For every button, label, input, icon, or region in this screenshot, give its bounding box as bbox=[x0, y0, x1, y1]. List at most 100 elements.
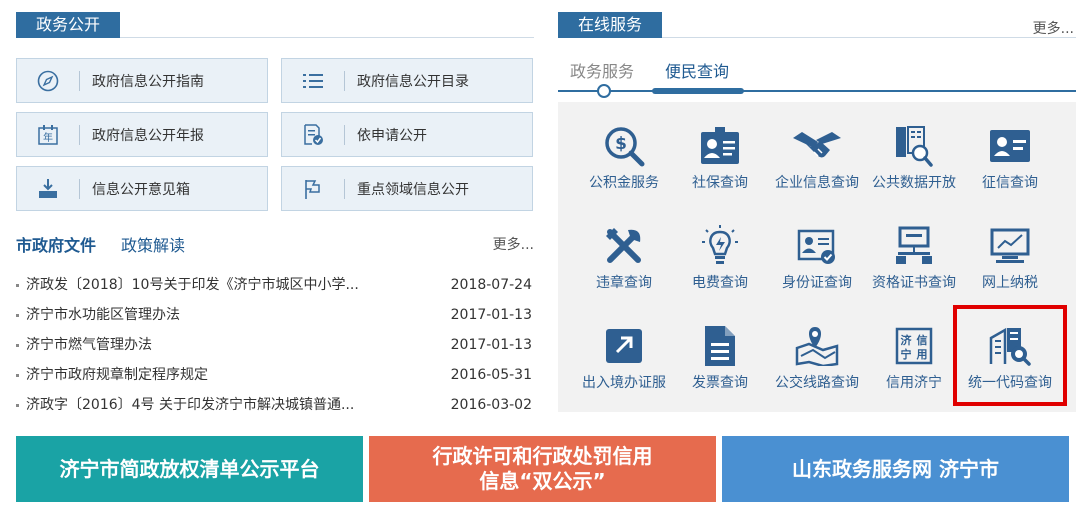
service-label: 征信查询 bbox=[982, 175, 1038, 191]
service-label: 违章查询 bbox=[596, 275, 652, 291]
service-enterprise-info[interactable]: 企业信息查询 bbox=[767, 120, 867, 210]
quick-link-catalog[interactable]: 政府信息公开目录 bbox=[281, 58, 533, 103]
id-card-icon bbox=[670, 120, 770, 172]
news-title[interactable]: 济宁市水功能区管理办法 bbox=[26, 307, 180, 323]
banner-label: 行政许可和行政处罚信用 信息“双公示” bbox=[432, 444, 653, 493]
gov-open-title: 政务公开 bbox=[16, 12, 121, 38]
svg-text:宁: 宁 bbox=[901, 347, 912, 361]
svg-text:用: 用 bbox=[917, 348, 928, 361]
list-item[interactable]: 济宁市政府规章制定程序规定 2016-05-31 bbox=[16, 360, 534, 390]
seal-icon: 济信宁用 bbox=[864, 320, 964, 372]
external-link-icon bbox=[574, 320, 674, 372]
svg-text:年: 年 bbox=[43, 131, 53, 144]
banner-label: 济宁市简政放权清单公示平台 bbox=[59, 456, 320, 481]
service-electricity-bill[interactable]: 电费查询 bbox=[670, 220, 770, 310]
banner-double-publicity[interactable]: 行政许可和行政处罚信用 信息“双公示” bbox=[369, 436, 716, 502]
news-title[interactable]: 济政字〔2016〕4号 关于印发济宁市解决城镇普通... bbox=[26, 397, 354, 413]
online-service-title: 在线服务 bbox=[558, 12, 663, 38]
service-more-link[interactable]: 更多... bbox=[1033, 18, 1074, 38]
service-credit-report[interactable]: 征信查询 bbox=[960, 120, 1060, 210]
svg-text:$: $ bbox=[615, 134, 627, 154]
list-item[interactable]: 济宁市水功能区管理办法 2017-01-13 bbox=[16, 300, 534, 330]
service-label: 信用济宁 bbox=[886, 375, 942, 391]
news-title[interactable]: 济宁市政府规章制定程序规定 bbox=[26, 367, 208, 383]
service-label: 企业信息查询 bbox=[775, 175, 859, 191]
highlight-box bbox=[953, 305, 1067, 406]
online-service-header: 在线服务 更多... bbox=[558, 6, 1076, 38]
banner-simplify-admin[interactable]: 济宁市简政放权清单公示平台 bbox=[16, 436, 363, 502]
quick-link-label: 依申请公开 bbox=[357, 127, 427, 144]
banner-shandong-gov-service[interactable]: 山东政务服务网 济宁市 bbox=[722, 436, 1069, 502]
tab-underline bbox=[558, 90, 1076, 92]
service-bus-route[interactable]: 公交线路查询 bbox=[767, 320, 867, 410]
svg-text:信: 信 bbox=[917, 333, 928, 347]
tab-gov-service[interactable]: 政务服务 bbox=[570, 58, 634, 82]
data-search-icon bbox=[864, 120, 964, 172]
service-tabs: 政务服务 便民查询 bbox=[558, 56, 1076, 102]
service-credit-jining[interactable]: 济信宁用 信用济宁 bbox=[864, 320, 964, 410]
fund-search-icon: $ bbox=[574, 120, 674, 172]
service-label: 社保查询 bbox=[692, 175, 748, 191]
service-exit-entry[interactable]: 出入境办证服 bbox=[574, 320, 674, 410]
handshake-icon bbox=[767, 120, 867, 172]
quick-link-label: 政府信息公开指南 bbox=[92, 73, 204, 90]
compass-icon bbox=[17, 59, 79, 102]
list-item[interactable]: 济政字〔2016〕4号 关于印发济宁市解决城镇普通... 2016-03-02 bbox=[16, 390, 534, 420]
quick-link-label: 政府信息公开目录 bbox=[357, 73, 469, 90]
service-housing-fund[interactable]: $ 公积金服务 bbox=[574, 120, 674, 210]
tools-icon bbox=[574, 220, 674, 272]
quick-link-label: 政府信息公开年报 bbox=[92, 127, 204, 144]
doc-tabs: 市政府文件 政策解读 更多... bbox=[16, 228, 534, 256]
service-label: 公交线路查询 bbox=[775, 375, 859, 391]
quick-link-apply[interactable]: 依申请公开 bbox=[281, 112, 533, 157]
service-label: 网上纳税 bbox=[982, 275, 1038, 291]
service-label: 公积金服务 bbox=[589, 175, 659, 191]
service-public-data[interactable]: 公共数据开放 bbox=[864, 120, 964, 210]
inbox-icon bbox=[17, 167, 79, 210]
service-label: 出入境办证服 bbox=[582, 375, 666, 391]
service-label: 资格证书查询 bbox=[872, 275, 956, 291]
tab-policy-interpretation[interactable]: 政策解读 bbox=[121, 232, 185, 256]
document-icon bbox=[670, 320, 770, 372]
docs-more-link[interactable]: 更多... bbox=[493, 234, 534, 254]
service-invoice[interactable]: 发票查询 bbox=[670, 320, 770, 410]
network-icon bbox=[864, 220, 964, 272]
news-title[interactable]: 济政发〔2018〕10号关于印发《济宁市城区中小学... bbox=[26, 277, 359, 293]
service-online-tax[interactable]: 网上纳税 bbox=[960, 220, 1060, 310]
active-tab-indicator bbox=[652, 88, 744, 94]
quick-link-label: 重点领域信息公开 bbox=[357, 181, 469, 198]
service-traffic-violation[interactable]: 违章查询 bbox=[574, 220, 674, 310]
banner-label: 山东政务服务网 济宁市 bbox=[792, 456, 999, 481]
quick-link-annual-report[interactable]: 年 政府信息公开年报 bbox=[16, 112, 268, 157]
service-social-security[interactable]: 社保查询 bbox=[670, 120, 770, 210]
flag-icon bbox=[282, 167, 344, 210]
service-certificate[interactable]: 资格证书查询 bbox=[864, 220, 964, 310]
service-label: 身份证查询 bbox=[782, 275, 852, 291]
calendar-year-icon: 年 bbox=[17, 113, 79, 156]
lightbulb-icon bbox=[670, 220, 770, 272]
map-pin-icon bbox=[767, 320, 867, 372]
monitor-chart-icon bbox=[960, 220, 1060, 272]
form-check-icon bbox=[282, 113, 344, 156]
list-icon bbox=[282, 59, 344, 102]
tab-dot-indicator bbox=[597, 84, 611, 98]
quick-link-suggestion-box[interactable]: 信息公开意见箱 bbox=[16, 166, 268, 211]
news-date: 2016-03-02 bbox=[450, 397, 532, 413]
list-item[interactable]: 济宁市燃气管理办法 2017-01-13 bbox=[16, 330, 534, 360]
quick-link-label: 信息公开意见箱 bbox=[92, 181, 190, 198]
news-date: 2017-01-13 bbox=[450, 307, 532, 323]
service-id-card[interactable]: 身份证查询 bbox=[767, 220, 867, 310]
svg-text:济: 济 bbox=[901, 333, 913, 347]
tab-public-query[interactable]: 便民查询 bbox=[665, 58, 729, 82]
service-label: 公共数据开放 bbox=[872, 175, 956, 191]
news-date: 2016-05-31 bbox=[450, 367, 532, 383]
tab-city-docs[interactable]: 市政府文件 bbox=[16, 232, 96, 256]
news-date: 2018-07-24 bbox=[450, 277, 532, 293]
service-label: 电费查询 bbox=[692, 275, 748, 291]
quick-link-key-areas[interactable]: 重点领域信息公开 bbox=[281, 166, 533, 211]
news-title[interactable]: 济宁市燃气管理办法 bbox=[26, 337, 152, 353]
list-item[interactable]: 济政发〔2018〕10号关于印发《济宁市城区中小学... 2018-07-24 bbox=[16, 270, 534, 300]
id-check-icon bbox=[767, 220, 867, 272]
quick-link-guide[interactable]: 政府信息公开指南 bbox=[16, 58, 268, 103]
news-date: 2017-01-13 bbox=[450, 337, 532, 353]
